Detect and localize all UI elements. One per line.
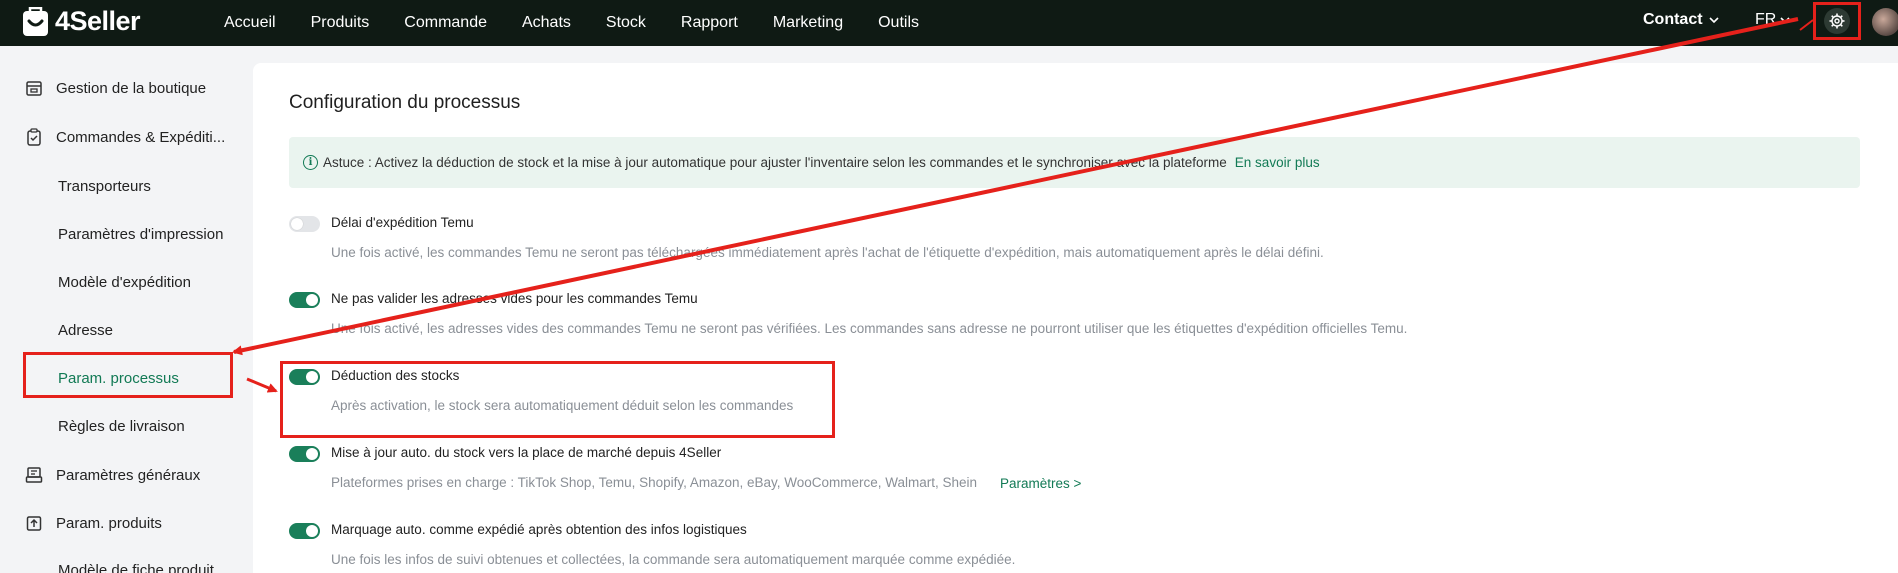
sidebar-item-label: Paramètres d'impression xyxy=(58,225,224,243)
language-label: FR xyxy=(1755,11,1777,28)
toggle-knob xyxy=(306,294,318,306)
tip-text: Astuce : Activez la déduction de stock e… xyxy=(323,155,1227,170)
gear-icon xyxy=(1824,8,1850,34)
learn-more-link[interactable]: En savoir plus xyxy=(1235,155,1320,170)
sidebar-item-gestion-boutique[interactable]: Gestion de la boutique xyxy=(0,68,252,108)
page-title: Configuration du processus xyxy=(289,92,521,113)
nav-marketing[interactable]: Marketing xyxy=(773,14,843,32)
toggle-knob xyxy=(306,448,318,460)
tip-banner: i Astuce : Activez la déduction de stock… xyxy=(289,137,1860,188)
sidebar-item-label: Adresse xyxy=(58,321,114,339)
option-description: Une fois activé, les adresses vides des … xyxy=(331,321,1408,336)
nav-rapport[interactable]: Rapport xyxy=(681,14,738,32)
sidebar-item-label: Modèle de fiche produit xyxy=(58,561,214,573)
chevron-down-icon xyxy=(1780,16,1790,23)
option-label: Ne pas valider les adresses vides pour l… xyxy=(331,291,698,306)
nav-achats[interactable]: Achats xyxy=(522,14,571,32)
sidebar-item-modele-fiche-produit[interactable]: Modèle de fiche produit xyxy=(0,550,252,573)
sidebar-item-label: Paramètres généraux xyxy=(56,466,201,484)
highlight-box-deduction xyxy=(280,361,835,438)
nav-outils[interactable]: Outils xyxy=(878,14,919,32)
upload-box-icon xyxy=(24,513,44,533)
sidebar-item-transporteurs[interactable]: Transporteurs xyxy=(0,166,252,206)
chevron-down-icon xyxy=(1708,16,1719,23)
sidebar-item-parametres-impression[interactable]: Paramètres d'impression xyxy=(0,214,252,254)
sidebar-item-label: Règles de livraison xyxy=(58,417,185,435)
logo-bag-icon xyxy=(22,6,49,37)
shop-icon xyxy=(24,78,44,98)
toggle-knob xyxy=(306,525,318,537)
toggle-maj-stock[interactable] xyxy=(289,446,320,462)
sidebar-item-commandes-expedition[interactable]: Commandes & Expéditi... xyxy=(0,117,252,157)
brand-logo[interactable]: 4Seller xyxy=(22,6,141,37)
toggle-knob xyxy=(291,218,303,230)
nav-stock[interactable]: Stock xyxy=(606,14,646,32)
settings-button[interactable] xyxy=(1813,2,1861,40)
sidebar-item-param-produits[interactable]: Param. produits xyxy=(0,503,252,543)
option-description: Une fois activé, les commandes Temu ne s… xyxy=(331,245,1324,260)
toggle-adresses-vides[interactable] xyxy=(289,292,320,308)
info-icon: i xyxy=(303,155,318,170)
contact-label: Contact xyxy=(1643,11,1703,28)
contact-menu[interactable]: Contact xyxy=(1643,11,1719,29)
option-description: Plateformes prises en charge : TikTok Sh… xyxy=(331,475,978,490)
sidebar-item-regles-livraison[interactable]: Règles de livraison xyxy=(0,406,252,446)
language-selector[interactable]: FR xyxy=(1755,11,1790,29)
sidebar-item-adresse[interactable]: Adresse xyxy=(0,310,252,350)
main-nav: Accueil Produits Commande Achats Stock R… xyxy=(224,0,954,46)
sidebar-item-modele-expedition[interactable]: Modèle d'expédition xyxy=(0,262,252,302)
clipboard-icon xyxy=(24,127,44,147)
nav-commande[interactable]: Commande xyxy=(404,14,487,32)
sidebar-item-label: Param. produits xyxy=(56,514,162,532)
sidebar-item-label: Commandes & Expéditi... xyxy=(56,128,226,146)
avatar[interactable] xyxy=(1872,8,1898,36)
sidebar-item-label: Transporteurs xyxy=(58,177,151,195)
toggle-marquage-expedie[interactable] xyxy=(289,523,320,539)
printer-icon xyxy=(24,465,44,485)
option-description: Une fois les infos de suivi obtenues et … xyxy=(331,552,1016,567)
option-label: Mise à jour auto. du stock vers la place… xyxy=(331,445,722,460)
nav-produits[interactable]: Produits xyxy=(311,14,370,32)
highlight-box-sidebar xyxy=(23,352,233,398)
sidebar-item-label: Modèle d'expédition xyxy=(58,273,191,291)
top-navbar: 4Seller Accueil Produits Commande Achats… xyxy=(0,0,1898,46)
nav-accueil[interactable]: Accueil xyxy=(224,14,276,32)
sidebar-item-parametres-generaux[interactable]: Paramètres généraux xyxy=(0,455,252,495)
toggle-delai-expedition[interactable] xyxy=(289,216,320,232)
parametres-link[interactable]: Paramètres > xyxy=(1000,476,1081,491)
option-label: Délai d'expédition Temu xyxy=(331,215,474,230)
brand-name: 4Seller xyxy=(55,6,141,36)
option-label: Marquage auto. comme expédié après obten… xyxy=(331,522,747,537)
sidebar-item-label: Gestion de la boutique xyxy=(56,79,207,97)
